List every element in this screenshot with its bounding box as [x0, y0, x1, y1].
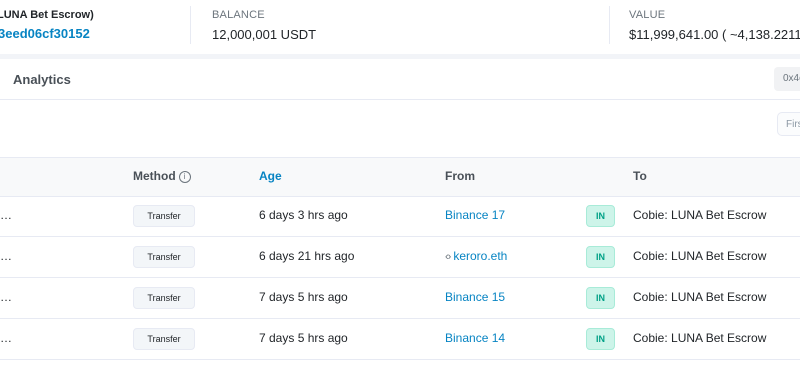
from-address-link[interactable]: Binance 15 [445, 290, 505, 304]
divider [609, 6, 610, 44]
method-badge: Transfer [133, 328, 195, 350]
txn-hash-truncated[interactable]: … [0, 208, 12, 222]
contract-name: LUNA Bet Escrow) [0, 9, 94, 21]
balance-label: BALANCE [212, 9, 265, 21]
info-icon[interactable]: i [178, 171, 191, 183]
direction-in-badge: IN [586, 328, 615, 350]
contract-address-link[interactable]: 3eed06cf30152 [0, 26, 90, 41]
direction-in-badge: IN [586, 205, 615, 227]
balance-block: BALANCE 12,000,001 USDT [212, 0, 592, 55]
tab-bar: Analytics 0x4c [0, 59, 800, 100]
transactions-panel: Analytics 0x4c First Methodi Age From To… [0, 59, 800, 373]
header-age[interactable]: Age [259, 169, 282, 183]
txn-hash-truncated[interactable]: … [0, 290, 12, 304]
table-header: Method i Age From To [0, 157, 800, 197]
direction-in-badge: IN [586, 287, 615, 309]
from-address-link[interactable]: Binance 17 [445, 208, 505, 222]
value-amount: $11,999,641.00 ( ~4,138.2211 [629, 27, 800, 42]
table-row: … Transfer 7 days 5 hrs ago Binance 15 I… [0, 278, 800, 319]
contract-info: LUNA Bet Escrow) 3eed06cf30152 [0, 0, 190, 55]
address-filter-chip[interactable]: 0x4c [774, 67, 800, 91]
divider [190, 6, 191, 44]
table-row: … Transfer 6 days 21 hrs ago ‹› keroro.et… [0, 237, 800, 278]
age-cell: 7 days 5 hrs ago [259, 331, 348, 345]
method-badge: Transfer [133, 246, 195, 268]
method-badge: Transfer [133, 205, 195, 227]
table-row: … Transfer 6 days 3 hrs ago Binance 17 I… [0, 196, 800, 237]
from-address-link[interactable]: ‹› keroro.eth [445, 249, 507, 263]
table-row: … Transfer 7 days 5 hrs ago Binance 14 I… [0, 319, 800, 360]
age-cell: 6 days 21 hrs ago [259, 249, 355, 263]
txn-hash-truncated[interactable]: … [0, 249, 12, 263]
header-to: To [633, 169, 647, 183]
tab-analytics[interactable]: Analytics [13, 72, 71, 87]
direction-in-badge: IN [586, 246, 615, 268]
code-icon: ‹› [445, 251, 451, 263]
to-address: Cobie: LUNA Bet Escrow [633, 290, 767, 304]
header-method: Method i [133, 169, 191, 183]
value-block: VALUE $11,999,641.00 ( ~4,138.2211 [629, 0, 800, 55]
to-address: Cobie: LUNA Bet Escrow [633, 249, 767, 263]
from-address-link[interactable]: Binance 14 [445, 331, 505, 345]
balance-value: 12,000,001 USDT [212, 27, 317, 42]
age-cell: 7 days 5 hrs ago [259, 290, 348, 304]
method-badge: Transfer [133, 287, 195, 309]
age-cell: 6 days 3 hrs ago [259, 208, 348, 222]
to-address: Cobie: LUNA Bet Escrow [633, 208, 767, 222]
pagination-first-button[interactable]: First [777, 112, 800, 136]
overview-card: LUNA Bet Escrow) 3eed06cf30152 BALANCE 1… [0, 0, 800, 55]
value-label: VALUE [629, 9, 666, 21]
txn-hash-truncated[interactable]: … [0, 331, 12, 345]
to-address: Cobie: LUNA Bet Escrow [633, 331, 767, 345]
header-from: From [445, 169, 475, 183]
